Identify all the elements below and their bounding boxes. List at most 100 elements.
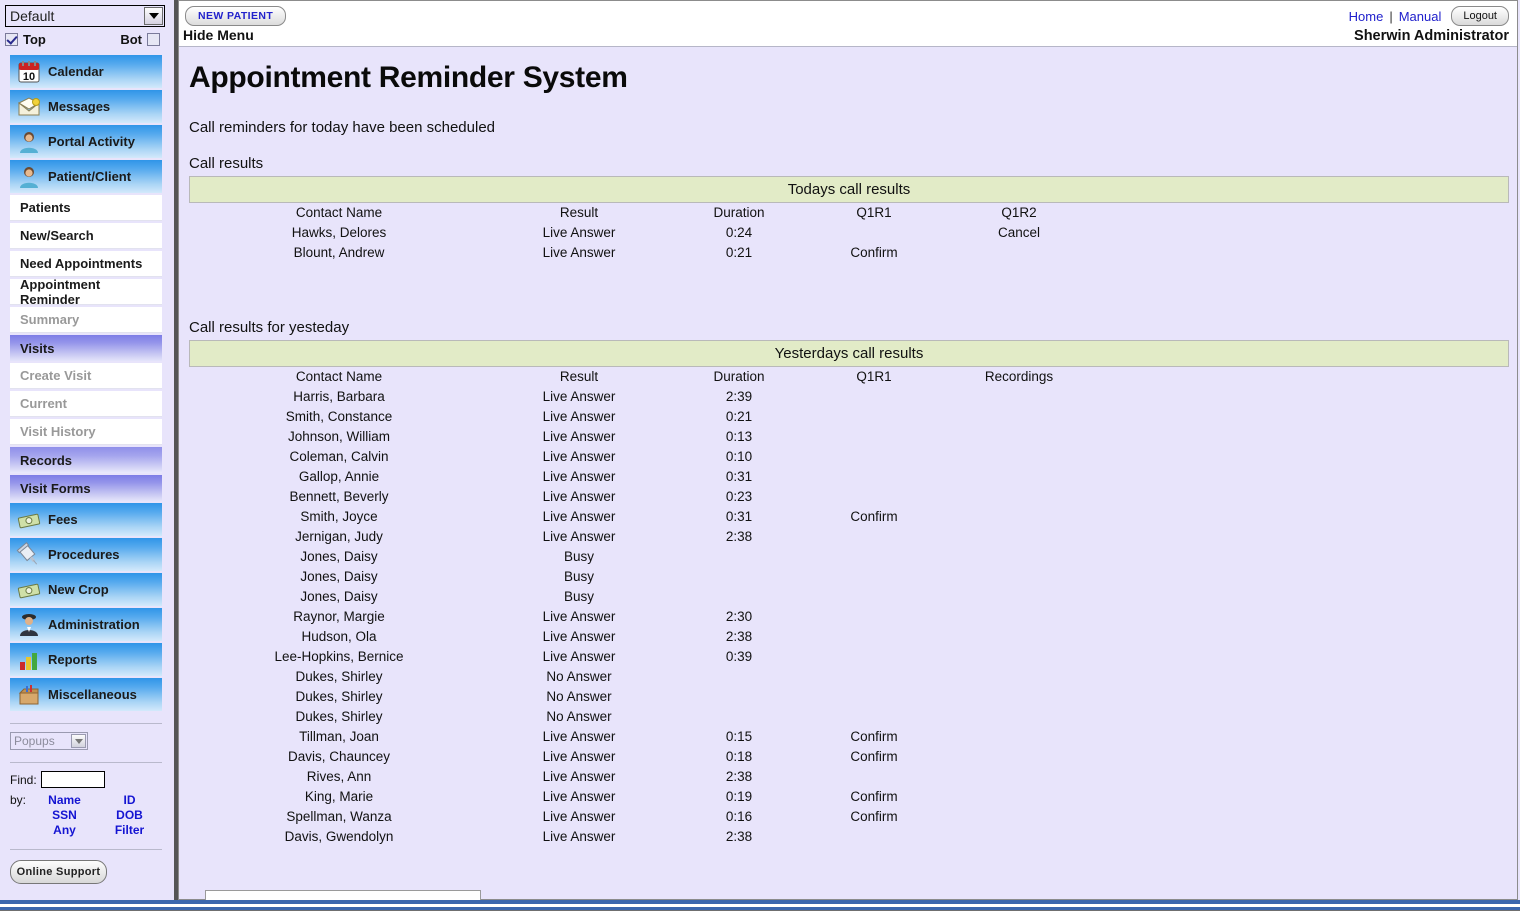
- table-row[interactable]: Johnson, William Live Answer 0:13: [189, 427, 1429, 447]
- chevron-down-icon[interactable]: [144, 7, 163, 25]
- cell-duration: 0:23: [725, 489, 753, 504]
- table-row[interactable]: King, Marie Live Answer 0:19 Confirm: [189, 787, 1429, 807]
- table-row[interactable]: Lee-Hopkins, Bernice Live Answer 0:39: [189, 647, 1429, 667]
- cell-contact-name: Tillman, Joan: [299, 729, 379, 744]
- table-row[interactable]: Davis, Gwendolyn Live Answer 2:38: [189, 827, 1429, 847]
- sidebar-item-summary[interactable]: Summary: [10, 307, 162, 333]
- table-row[interactable]: Rives, Ann Live Answer 2:38: [189, 767, 1429, 787]
- table-row[interactable]: Spellman, Wanza Live Answer 0:16 Confirm: [189, 807, 1429, 827]
- top-checkbox[interactable]: [5, 33, 18, 46]
- cell-contact-name: Bennett, Beverly: [289, 489, 389, 504]
- sidebar-item-miscellaneous[interactable]: Miscellaneous: [10, 678, 162, 711]
- cell-contact-name: Raynor, Margie: [293, 609, 385, 624]
- sidebar-item-label: Calendar: [48, 64, 104, 79]
- table-row[interactable]: Gallop, Annie Live Answer 0:31: [189, 467, 1429, 487]
- cell-spacer: [1099, 243, 1429, 263]
- online-support-button[interactable]: Online Support: [10, 860, 107, 884]
- table-row[interactable]: Jernigan, Judy Live Answer 2:38: [189, 527, 1429, 547]
- cell-spacer: [1099, 527, 1429, 547]
- table-row[interactable]: Smith, Joyce Live Answer 0:31 Confirm: [189, 507, 1429, 527]
- search-by-dob-link[interactable]: DOB: [97, 808, 162, 822]
- cell-recordings: [939, 507, 1099, 527]
- sidebar-item-need-appointments[interactable]: Need Appointments: [10, 251, 162, 277]
- cell-result: Live Answer: [542, 809, 616, 824]
- sidebar-item-messages[interactable]: Messages: [10, 90, 162, 123]
- cell-spacer: [1099, 467, 1429, 487]
- sidebar-item-new-crop[interactable]: New Crop: [10, 573, 162, 606]
- table-row[interactable]: Tillman, Joan Live Answer 0:15 Confirm: [189, 727, 1429, 747]
- sidebar-item-patients[interactable]: Patients: [10, 195, 162, 221]
- cell-contact-name: Coleman, Calvin: [289, 449, 389, 464]
- sidebar-group-visits[interactable]: Visits: [10, 335, 162, 361]
- logout-label: Logout: [1463, 10, 1497, 22]
- column-header-recordings: Recordings: [984, 369, 1054, 384]
- table-row[interactable]: Jones, Daisy Busy: [189, 547, 1429, 567]
- table-row[interactable]: Dukes, Shirley No Answer: [189, 707, 1429, 727]
- cell-duration: 0:39: [725, 649, 753, 664]
- sidebar-group-records[interactable]: Records: [10, 447, 162, 473]
- by-label: by:: [10, 793, 27, 807]
- cell-recordings: [939, 547, 1099, 567]
- sidebar-item-appointment-reminder[interactable]: Appointment Reminder: [10, 277, 162, 307]
- hide-menu-link[interactable]: Hide Menu: [183, 27, 254, 43]
- popups-select[interactable]: Popups: [10, 732, 88, 750]
- table-row[interactable]: Blount, Andrew Live Answer 0:21 Confirm: [189, 243, 1429, 263]
- table-row[interactable]: Coleman, Calvin Live Answer 0:10: [189, 447, 1429, 467]
- svg-text:10: 10: [23, 71, 35, 83]
- table-row[interactable]: Dukes, Shirley No Answer: [189, 667, 1429, 687]
- table-row[interactable]: Bennett, Beverly Live Answer 0:23: [189, 487, 1429, 507]
- admin-person-icon: [20, 613, 38, 636]
- manual-link[interactable]: Manual: [1399, 9, 1442, 24]
- table-row[interactable]: Hawks, Delores Live Answer 0:24 Cancel: [189, 223, 1429, 243]
- sidebar-item-label: Messages: [48, 99, 111, 114]
- cell-contact-name: Johnson, William: [287, 429, 391, 444]
- sidebar-item-fees[interactable]: Fees: [10, 503, 162, 536]
- sidebar-group-visit-forms[interactable]: Visit Forms: [10, 475, 162, 501]
- home-link[interactable]: Home: [1349, 9, 1384, 24]
- sidebar-item-visit-history[interactable]: Visit History: [10, 419, 162, 445]
- sidebar-item-administration[interactable]: Administration: [10, 608, 162, 641]
- cell-duration: 0:15: [725, 729, 753, 744]
- table-row[interactable]: Jones, Daisy Busy: [189, 567, 1429, 587]
- sidebar-item-procedures[interactable]: Procedures: [10, 538, 162, 571]
- search-by-name-link[interactable]: Name: [32, 793, 97, 807]
- cell-result: Busy: [563, 549, 594, 564]
- search-by-id-link[interactable]: ID: [97, 793, 162, 807]
- envelope-icon: [17, 96, 41, 115]
- sidebar-item-calendar[interactable]: 10 Calendar: [10, 55, 162, 88]
- search-input[interactable]: [40, 771, 105, 788]
- sidebar-item-patient-client[interactable]: Patient/Client: [10, 160, 162, 193]
- cell-contact-name: Hudson, Ola: [301, 629, 377, 644]
- table-row[interactable]: Smith, Constance Live Answer 0:21: [189, 407, 1429, 427]
- profile-select[interactable]: Default: [5, 5, 165, 27]
- search-by-filter-link[interactable]: Filter: [97, 823, 162, 837]
- table-row[interactable]: Dukes, Shirley No Answer: [189, 687, 1429, 707]
- sidebar: Default Top Bot 10 Calendar Messages Por…: [0, 0, 172, 900]
- sidebar-item-create-visit[interactable]: Create Visit: [10, 363, 162, 389]
- cell-spacer: [1099, 407, 1429, 427]
- table-row[interactable]: Raynor, Margie Live Answer 2:30: [189, 607, 1429, 627]
- sidebar-item-new-search[interactable]: New/Search: [10, 223, 162, 249]
- table-row[interactable]: Hudson, Ola Live Answer 2:38: [189, 627, 1429, 647]
- cell-duration: 2:38: [725, 529, 753, 544]
- search-by-ssn-link[interactable]: SSN: [32, 808, 97, 822]
- sidebar-item-current[interactable]: Current: [10, 391, 162, 417]
- table-row[interactable]: Davis, Chauncey Live Answer 0:18 Confirm: [189, 747, 1429, 767]
- chevron-down-icon[interactable]: [71, 734, 86, 748]
- sidebar-item-portal-activity[interactable]: Portal Activity: [10, 125, 162, 158]
- logout-button[interactable]: Logout: [1451, 6, 1509, 26]
- sidebar-group-label: Visits: [20, 340, 55, 356]
- sidebar-item-label: Reports: [48, 652, 98, 667]
- table-row[interactable]: Harris, Barbara Live Answer 2:39: [189, 387, 1429, 407]
- cell-recordings: [939, 447, 1099, 467]
- table-row[interactable]: Jones, Daisy Busy: [189, 587, 1429, 607]
- search-by-any-link[interactable]: Any: [32, 823, 97, 837]
- bot-checkbox[interactable]: [147, 33, 160, 46]
- sidebar-item-reports[interactable]: Reports: [10, 643, 162, 676]
- cell-contact-name: Gallop, Annie: [298, 469, 380, 484]
- new-patient-button[interactable]: NEW PATIENT: [185, 6, 287, 26]
- cell-recordings: [939, 667, 1099, 687]
- cell-recordings: [939, 607, 1099, 627]
- cell-spacer: [1099, 647, 1429, 667]
- cell-recordings: [939, 467, 1099, 487]
